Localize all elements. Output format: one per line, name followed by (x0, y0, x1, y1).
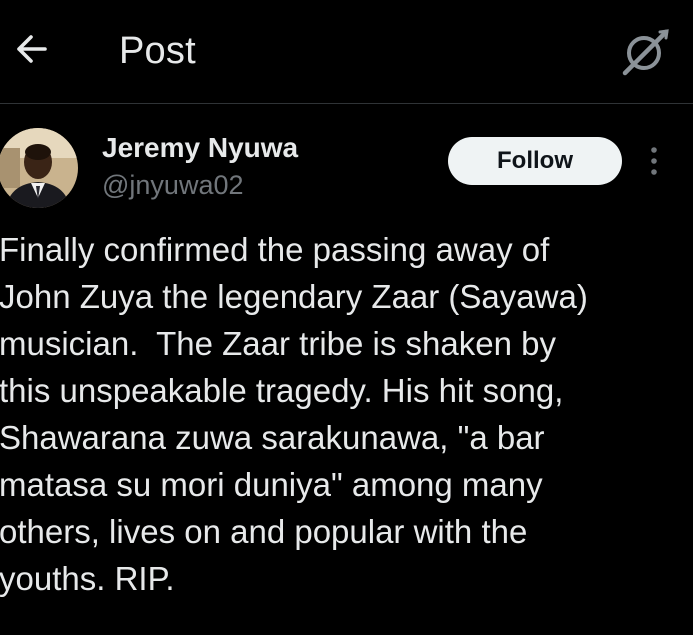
author-name[interactable]: Jeremy Nyuwa (102, 131, 298, 165)
author-handle[interactable]: @jnyuwa02 (102, 168, 244, 202)
arrow-left-icon (17, 35, 47, 63)
grok-icon (622, 29, 669, 76)
avatar[interactable] (0, 128, 78, 208)
grok-button[interactable] (618, 24, 674, 80)
more-vertical-icon (651, 147, 657, 175)
post-text: Finally confirmed the passing away of Jo… (0, 231, 588, 597)
avatar-photo (0, 128, 78, 208)
back-button[interactable] (8, 26, 54, 72)
page-title: Post (119, 30, 196, 72)
top-bar: Post (0, 0, 693, 104)
follow-button[interactable]: Follow (448, 137, 622, 185)
more-options-button[interactable] (636, 140, 672, 182)
